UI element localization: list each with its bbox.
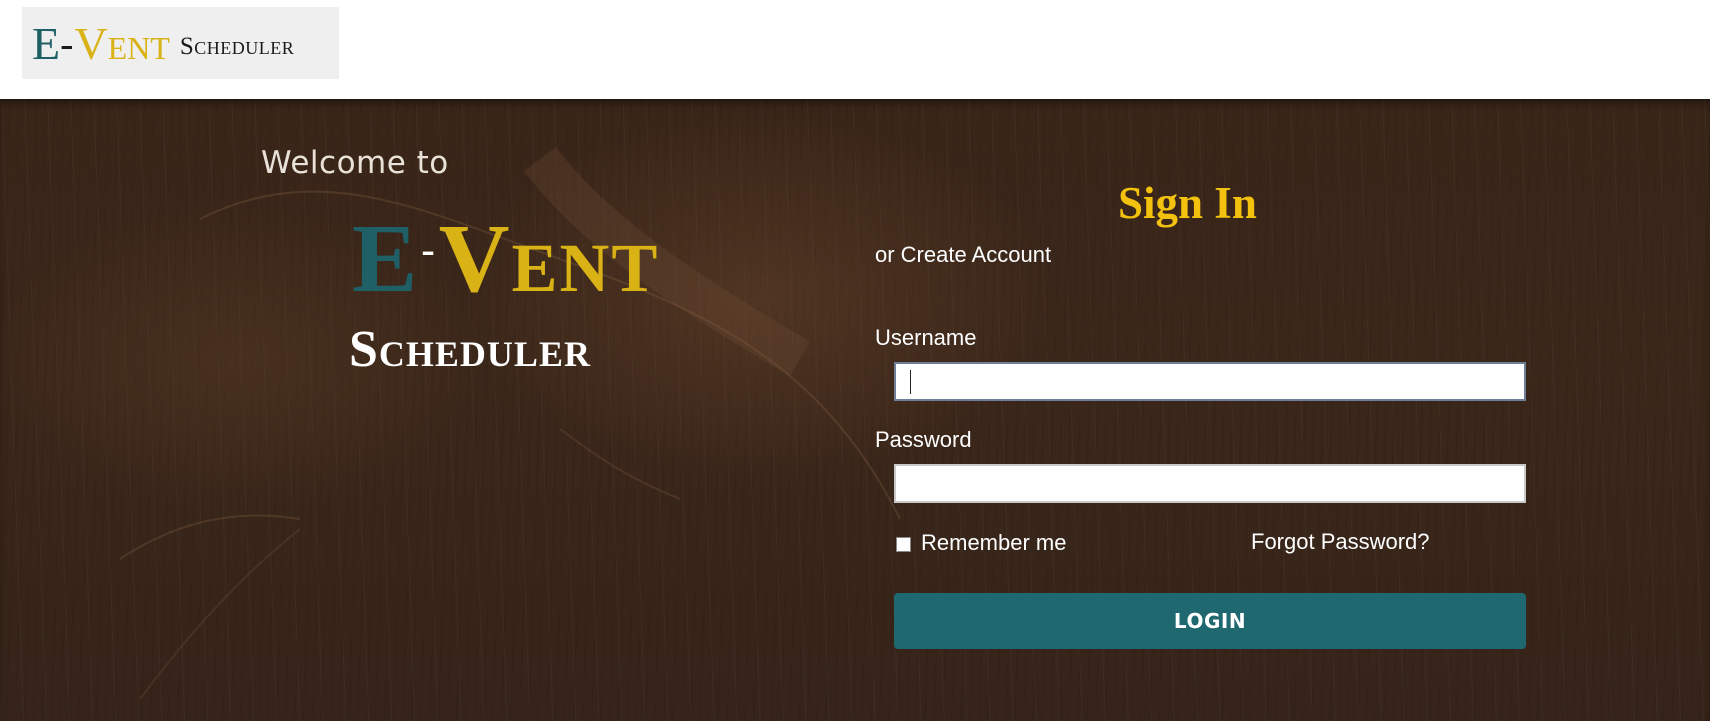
- logo-letter-e: E: [32, 17, 60, 69]
- username-label: Username: [875, 325, 977, 350]
- hero-logo-word-scheduler: Scheduler: [349, 321, 591, 378]
- username-input[interactable]: [894, 362, 1526, 401]
- logo-dash: -: [60, 20, 74, 66]
- remember-me-row[interactable]: Remember me: [896, 530, 1066, 556]
- hero-logo-word-vent: Vent: [438, 205, 660, 313]
- logo-word-vent: Vent: [74, 17, 170, 69]
- password-label: Password: [875, 427, 972, 452]
- welcome-text: Welcome to: [261, 145, 449, 181]
- hero-logo: E - Vent: [352, 208, 659, 308]
- password-input[interactable]: [894, 464, 1526, 503]
- text-cursor: [910, 370, 911, 394]
- hero-logo-dash: -: [421, 227, 435, 272]
- logo-word-scheduler: Scheduler: [179, 33, 295, 60]
- login-button[interactable]: LOGIN: [894, 593, 1526, 649]
- remember-me-label[interactable]: Remember me: [921, 530, 1066, 556]
- sign-in-title: Sign In: [1118, 178, 1257, 228]
- top-header: E - Vent Scheduler: [0, 0, 1710, 99]
- hero-logo-letter-e: E: [352, 205, 418, 313]
- header-logo[interactable]: E - Vent Scheduler: [22, 7, 339, 79]
- create-account-link[interactable]: or Create Account: [875, 242, 1051, 268]
- remember-me-checkbox[interactable]: [896, 537, 911, 552]
- forgot-password-link[interactable]: Forgot Password?: [1251, 529, 1430, 555]
